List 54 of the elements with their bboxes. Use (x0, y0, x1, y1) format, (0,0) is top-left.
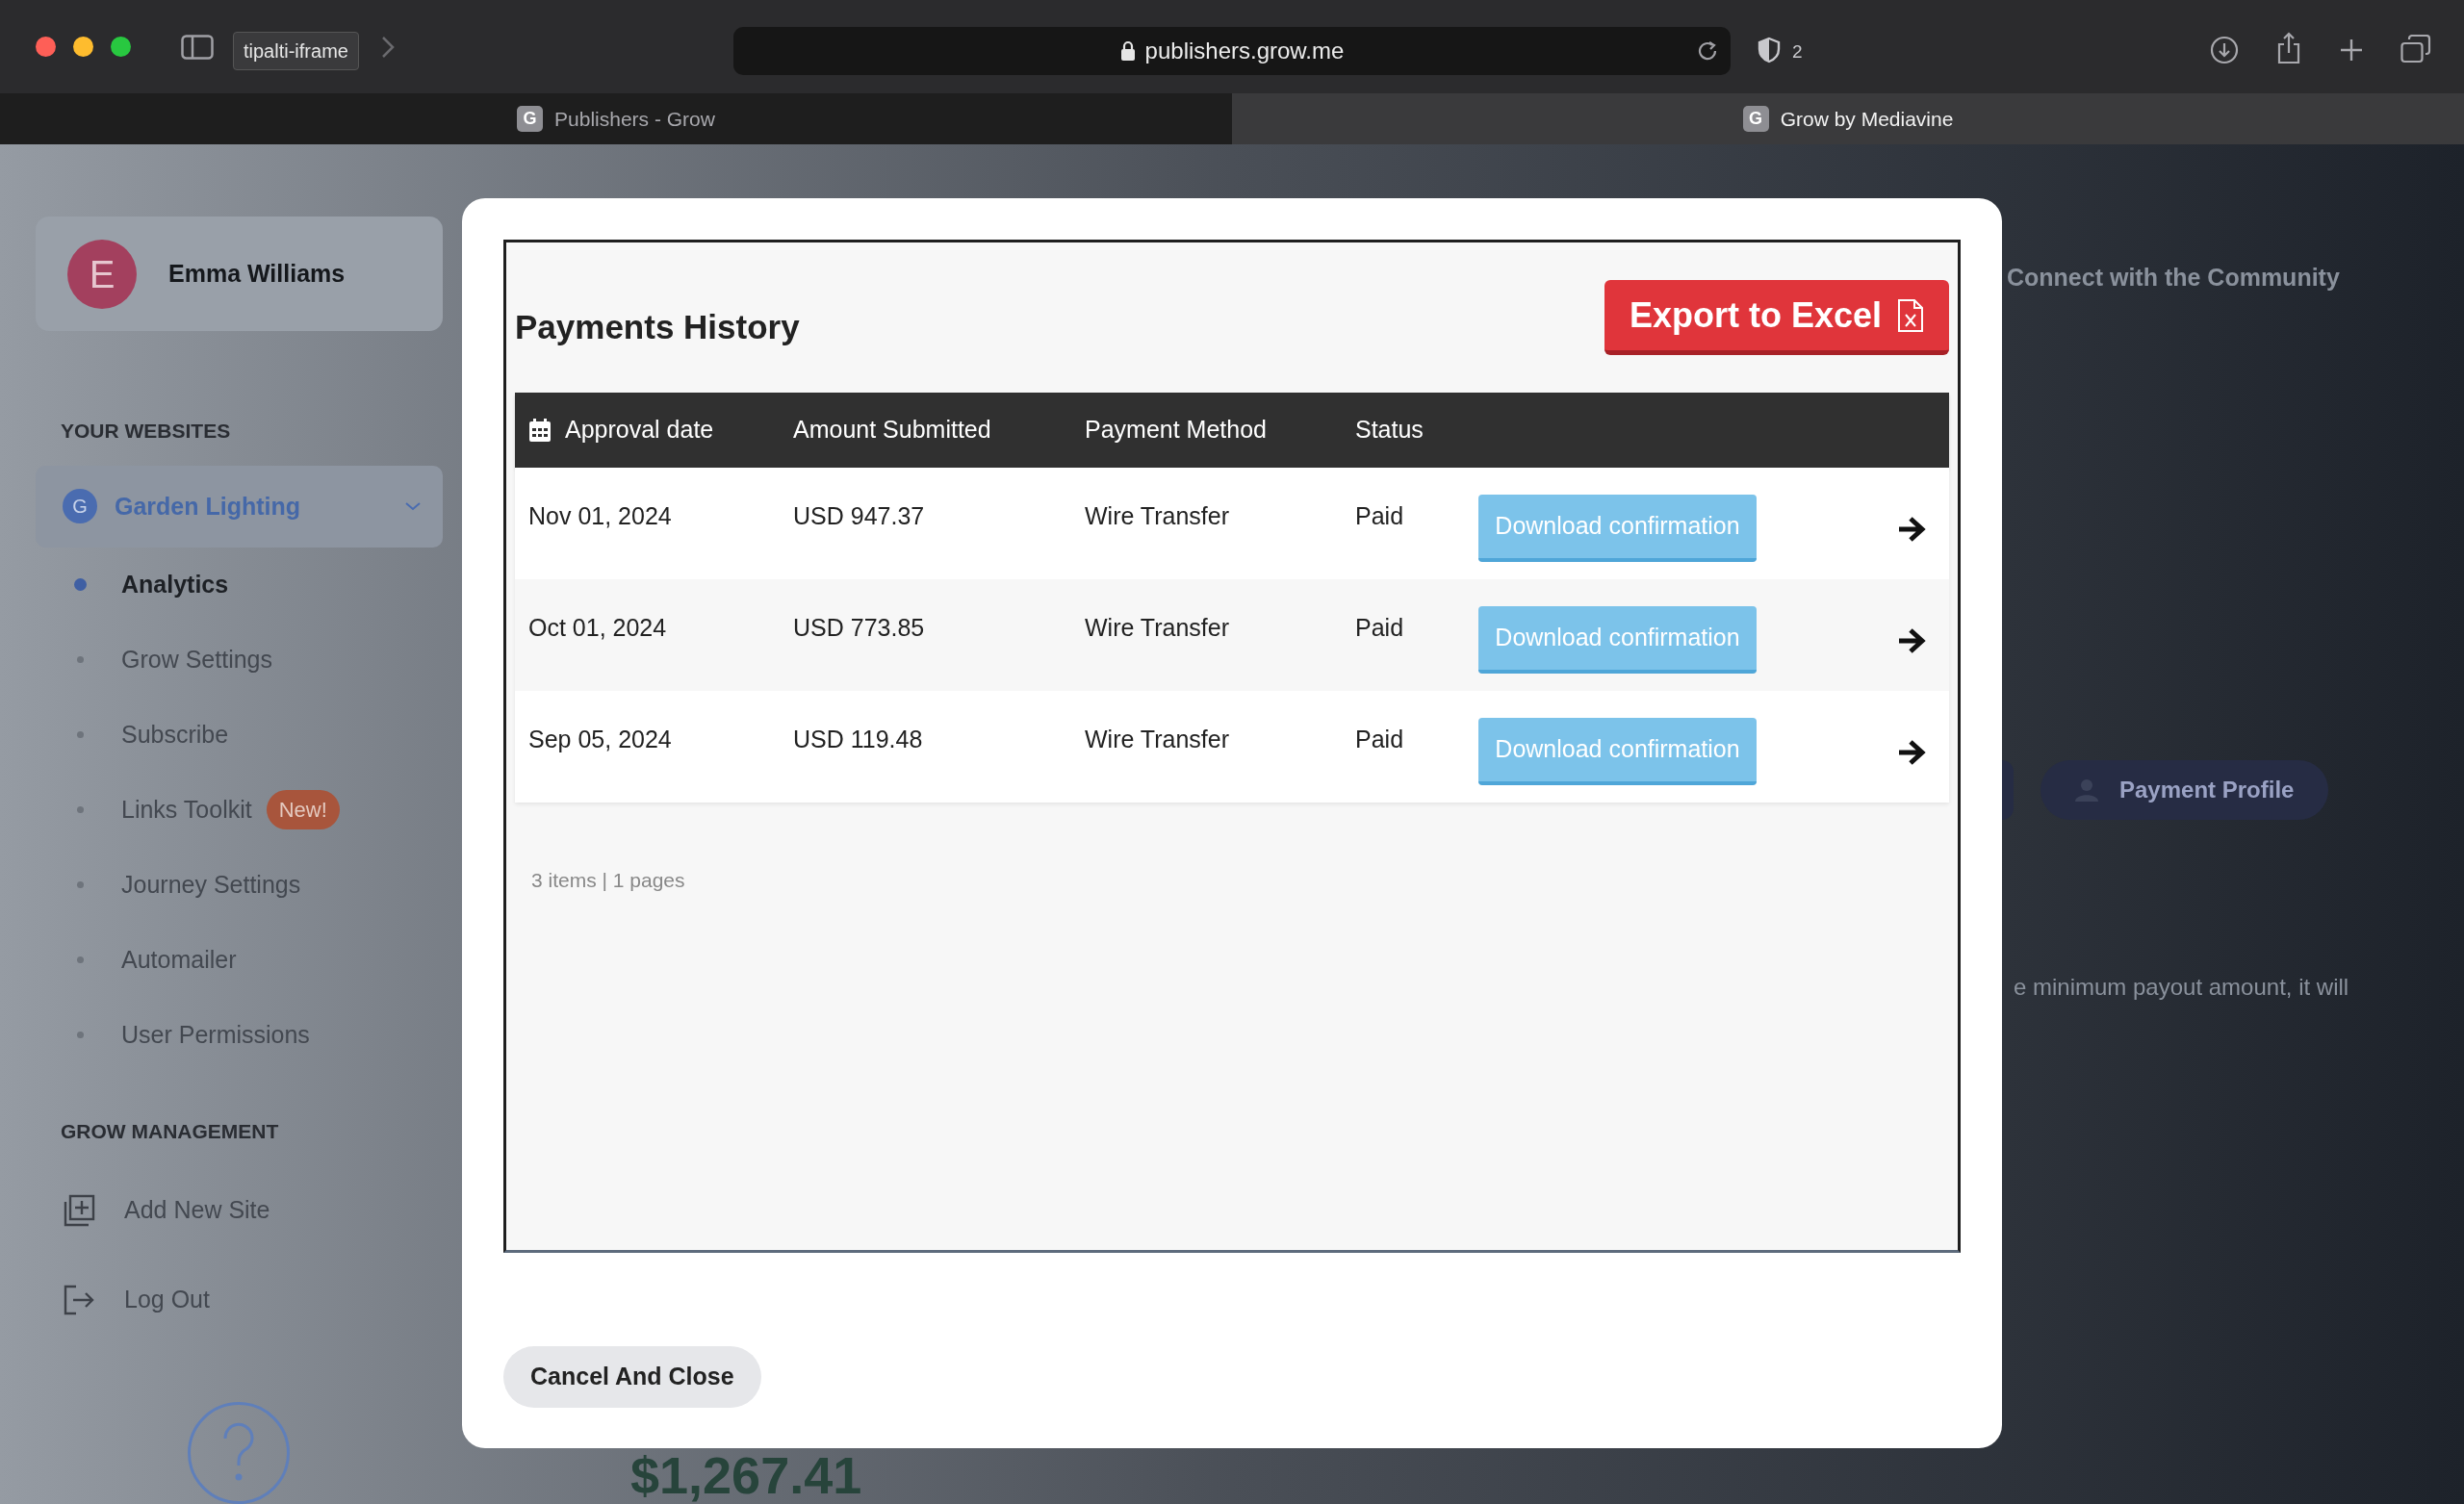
table-cell-text: USD 947.37 (793, 501, 926, 531)
table-cell-text: Oct 01, 2024 (528, 613, 668, 643)
panel-title: Payments History (515, 306, 800, 347)
table-cell-text: USD 773.85 (793, 613, 926, 643)
nav-link[interactable]: Journey Settings (121, 866, 301, 904)
download-button[interactable]: Download confirmation (1478, 495, 1757, 562)
table-cell-text: USD 119.48 (793, 725, 924, 754)
balance-amount: $1,267.41 (630, 1449, 862, 1501)
favicon: G (517, 106, 544, 132)
site-selector[interactable]: G Garden Lighting (36, 466, 443, 548)
column-header: Payment Method (1085, 415, 1267, 446)
section-heading: Connect with the Community (2007, 263, 2340, 293)
site-name: Garden Lighting (115, 491, 302, 522)
table-cell-text: Paid (1355, 501, 1405, 531)
payment-profile-button[interactable]: Payment Profile (2040, 760, 2329, 820)
tab-title: Publishers - Grow (554, 106, 715, 132)
table-cell-text: Wire Transfer (1085, 501, 1231, 531)
download-button[interactable]: Download confirmation (1478, 606, 1757, 674)
new-badge: New! (266, 790, 340, 830)
column-header: Approval date (565, 415, 714, 446)
cancel-button[interactable]: Cancel And Close (503, 1346, 761, 1408)
note-text: e minimum payout amount, it will (2014, 973, 2349, 1002)
browser-tab[interactable]: G Grow by Mediavine (1232, 93, 2464, 144)
tab-title: Grow by Mediavine (1780, 106, 1954, 132)
user-name: Emma Williams (168, 259, 346, 289)
export-button[interactable]: Export to Excel (1604, 280, 1949, 355)
column-header: Amount Submitted (793, 415, 991, 446)
table-cell-text: Paid (1355, 725, 1405, 754)
nav-link[interactable]: Add New Site (124, 1192, 270, 1229)
download-button[interactable]: Download confirmation (1478, 718, 1757, 785)
pagination-text: 3 items | 1 pages (531, 868, 685, 893)
address-bar[interactable]: publishers.grow.me (733, 27, 1731, 75)
blocked-count: 2 (1792, 40, 1803, 64)
nav-link[interactable]: Subscribe (121, 716, 229, 753)
section-heading: YOUR WEBSITES (61, 419, 231, 445)
nav-link[interactable]: User Permissions (121, 1016, 310, 1054)
nav-link[interactable]: Links Toolkit (121, 791, 252, 828)
url-text: publishers.grow.me (1144, 37, 1345, 65)
table-cell-text: Sep 05, 2024 (528, 725, 673, 754)
nav-link[interactable]: Analytics (121, 566, 229, 603)
favicon: G (1742, 106, 1769, 132)
section-heading: GROW MANAGEMENT (61, 1118, 279, 1144)
tooltip: tipalti-iframe (233, 31, 359, 70)
table-cell-text: Wire Transfer (1085, 725, 1231, 754)
browser-tab[interactable]: G Publishers - Grow (0, 93, 1232, 144)
nav-link[interactable]: Automailer (121, 941, 237, 979)
column-header: Status (1355, 415, 1424, 446)
table-cell-text: Paid (1355, 613, 1405, 643)
table-cell-text: Wire Transfer (1085, 613, 1231, 643)
table-cell-text: Nov 01, 2024 (528, 501, 673, 531)
user-avatar: E (67, 239, 137, 309)
nav-link[interactable]: Log Out (124, 1281, 210, 1318)
site-avatar: G (63, 489, 97, 524)
nav-link[interactable]: Grow Settings (121, 641, 272, 678)
